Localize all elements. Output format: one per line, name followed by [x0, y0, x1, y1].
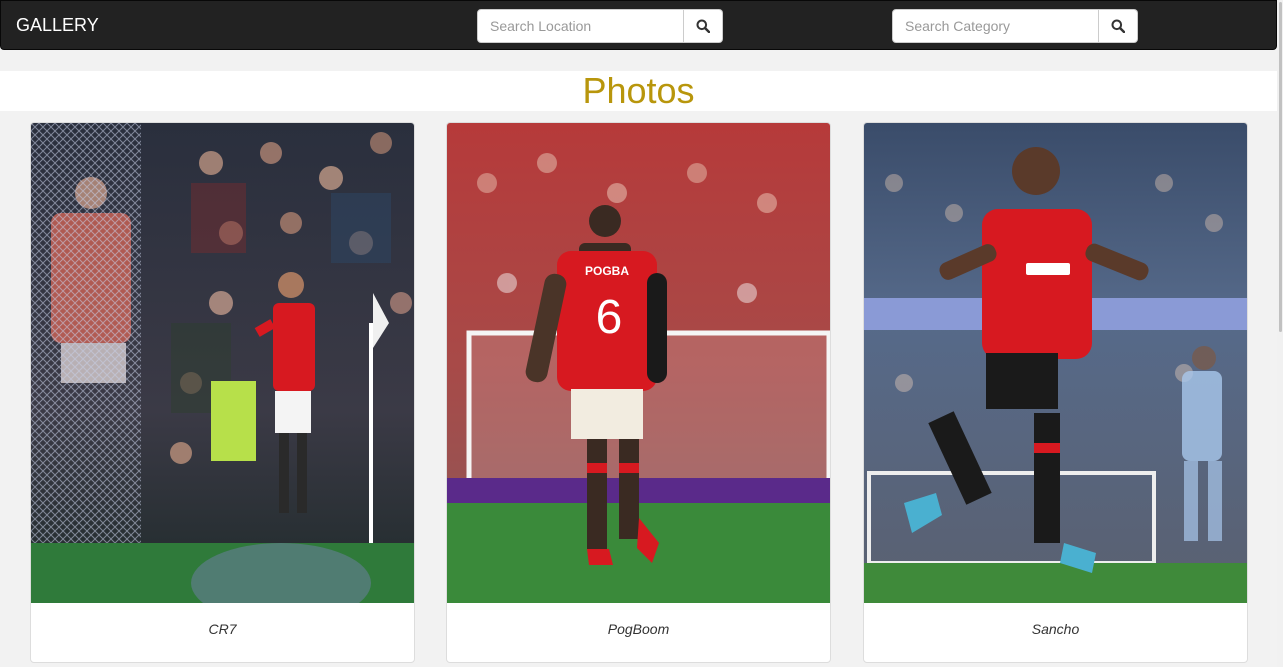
- jersey-name-text: POGBA: [585, 264, 629, 278]
- location-search-group: [477, 9, 723, 43]
- photo-card[interactable]: CR7: [30, 122, 415, 663]
- photo-image[interactable]: [864, 123, 1247, 603]
- category-search-input[interactable]: [892, 9, 1099, 43]
- photo-image[interactable]: POGBA 6: [447, 123, 830, 603]
- scrollbar-thumb[interactable]: [1279, 2, 1282, 332]
- photo-caption: Sancho: [1031, 621, 1080, 637]
- vertical-scrollbar[interactable]: [1277, 0, 1283, 667]
- location-search-button[interactable]: [684, 9, 723, 43]
- photo-card[interactable]: POGBA 6 PogBoom: [446, 122, 831, 663]
- search-icon: [696, 19, 710, 33]
- brand-logo[interactable]: GALLERY: [16, 15, 99, 35]
- photo-caption: PogBoom: [607, 621, 670, 637]
- jersey-number-text: 6: [596, 291, 623, 344]
- category-search-button[interactable]: [1099, 9, 1138, 43]
- page-title: Photos: [582, 70, 695, 111]
- photo-image[interactable]: [31, 123, 414, 603]
- photo-caption: CR7: [208, 621, 237, 637]
- photo-card[interactable]: Sancho: [863, 122, 1248, 663]
- search-icon: [1111, 19, 1125, 33]
- location-search-input[interactable]: [477, 9, 684, 43]
- category-search-group: [892, 9, 1138, 43]
- title-band: Photos: [0, 71, 1277, 111]
- top-navbar: GALLERY: [0, 0, 1277, 50]
